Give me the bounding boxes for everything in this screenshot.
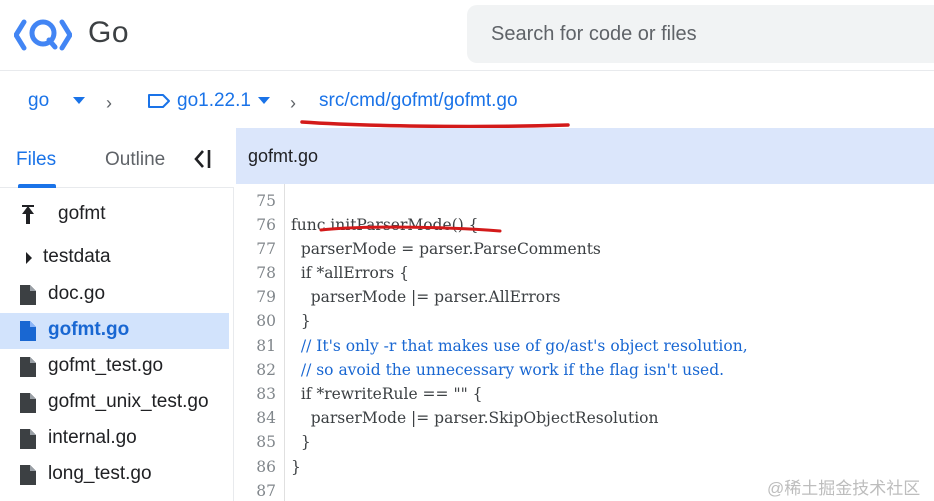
code-search-logo-icon[interactable]	[14, 12, 72, 58]
sidebar-tabs: Files Outline	[0, 128, 234, 188]
tree-item-file[interactable]: gofmt_test.go	[0, 349, 229, 385]
search-box[interactable]: Search for code or files	[467, 5, 934, 63]
code-line: }	[291, 312, 311, 330]
file-icon	[20, 321, 36, 341]
file-icon	[20, 429, 36, 449]
tree-item-label: gofmt_test.go	[48, 355, 164, 376]
app-title: Go	[88, 16, 130, 49]
folder-up-icon	[22, 205, 34, 224]
line-number[interactable]: 78	[236, 264, 276, 282]
watermark: @稀土掘金技术社区	[767, 479, 921, 498]
active-tab-indicator	[18, 184, 56, 188]
line-number[interactable]: 86	[236, 458, 276, 476]
code-line: parserMode |= parser.SkipObjectResolutio…	[291, 409, 659, 427]
tree-item-file[interactable]: gofmt_unix_test.go	[0, 385, 229, 421]
file-icon	[20, 393, 36, 413]
tree-item-file-selected[interactable]: gofmt.go	[0, 313, 229, 349]
line-number[interactable]: 76	[236, 216, 276, 234]
top-bar: Go Search for code or files	[0, 0, 934, 70]
breadcrumb-repo[interactable]: go	[28, 90, 49, 112]
file-title: gofmt.go	[248, 146, 319, 166]
code-comment-line: // It's only -r that makes use of go/ast…	[291, 337, 748, 355]
tree-item-file[interactable]: internal.go	[0, 421, 229, 457]
code-line: }	[291, 458, 301, 476]
file-sidebar: Files Outline gofmt testdata doc.go gofm…	[0, 128, 234, 501]
expand-arrow-icon[interactable]	[24, 251, 34, 265]
tab-outline[interactable]: Outline	[105, 149, 165, 171]
tree-item-label: gofmt_unix_test.go	[48, 391, 209, 412]
search-input[interactable]: Search for code or files	[491, 23, 697, 46]
code-line: parserMode |= parser.AllErrors	[291, 288, 561, 306]
label-tag-icon	[148, 94, 170, 108]
tree-item-label: internal.go	[48, 427, 137, 448]
line-number[interactable]: 80	[236, 312, 276, 330]
line-number[interactable]: 82	[236, 361, 276, 379]
tree-item-file[interactable]: long_test.go	[0, 457, 229, 493]
line-number[interactable]: 87	[236, 482, 276, 500]
line-number[interactable]: 75	[236, 192, 276, 210]
tree-item-file[interactable]: doc.go	[0, 277, 229, 313]
code-line: parserMode = parser.ParseComments	[291, 240, 601, 258]
gutter-divider	[284, 184, 285, 501]
line-number[interactable]: 85	[236, 433, 276, 451]
file-icon	[20, 465, 36, 485]
file-header: gofmt.go	[236, 128, 934, 184]
tab-files[interactable]: Files	[16, 149, 56, 171]
chevron-right-icon: ›	[106, 93, 112, 113]
chevron-right-icon: ›	[290, 93, 296, 113]
code-line: if *allErrors {	[291, 264, 409, 282]
file-icon	[20, 285, 36, 305]
tree-item-label: gofmt.go	[48, 319, 130, 340]
line-number[interactable]: 83	[236, 385, 276, 403]
breadcrumb-path[interactable]: src/cmd/gofmt/gofmt.go	[319, 90, 518, 112]
line-number[interactable]: 81	[236, 337, 276, 355]
tree-item-label: testdata	[43, 246, 111, 267]
tree-item-label: gofmt	[58, 203, 106, 224]
red-underline-annotation	[319, 225, 502, 233]
code-line: }	[291, 433, 311, 451]
tree-item-label: doc.go	[48, 283, 106, 304]
repo-dropdown-icon[interactable]	[73, 97, 85, 104]
code-comment-line: // so avoid the unnecessary work if the …	[291, 361, 725, 379]
collapse-panel-icon[interactable]	[191, 148, 213, 170]
line-number[interactable]: 77	[236, 240, 276, 258]
tree-item-label: long_test.go	[48, 463, 152, 484]
tree-item-parent-folder[interactable]: gofmt	[0, 197, 229, 233]
breadcrumb-ref[interactable]: go1.22.1	[177, 90, 251, 112]
line-number[interactable]: 79	[236, 288, 276, 306]
file-icon	[20, 357, 36, 377]
line-number[interactable]: 84	[236, 409, 276, 427]
ref-dropdown-icon[interactable]	[258, 97, 270, 104]
tree-item-folder[interactable]: testdata	[0, 240, 229, 276]
code-line: if *rewriteRule == "" {	[291, 385, 483, 403]
